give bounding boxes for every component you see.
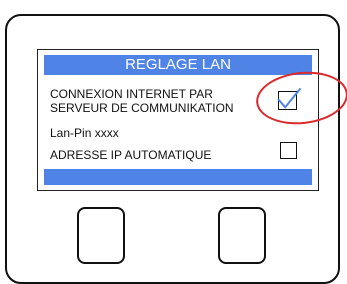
lan-settings-screen: REGLAGE LAN CONNEXION INTERNET PAR SERVE… (37, 49, 319, 191)
auto-ip-checkbox[interactable] (280, 142, 297, 159)
left-hardware-button[interactable] (77, 207, 125, 264)
screen-bottom-bar (44, 169, 312, 185)
lanpin-value: xxxx (94, 126, 119, 140)
screen-title: REGLAGE LAN (44, 55, 312, 75)
check-icon (277, 87, 302, 109)
connection-label-line2: SERVEUR DE COMMUNIKATION (50, 101, 234, 115)
auto-ip-label: ADRESSE IP AUTOMATIQUE (50, 148, 212, 162)
connection-option-label: CONNEXION INTERNET PAR SERVEUR DE COMMUN… (50, 87, 265, 115)
connection-label-line1: CONNEXION INTERNET PAR (50, 87, 213, 101)
connection-checkbox[interactable] (277, 87, 302, 110)
right-hardware-button[interactable] (218, 207, 266, 264)
lanpin-label: Lan-Pin (50, 126, 92, 140)
lanpin-row: Lan-Pin xxxx (50, 126, 119, 140)
